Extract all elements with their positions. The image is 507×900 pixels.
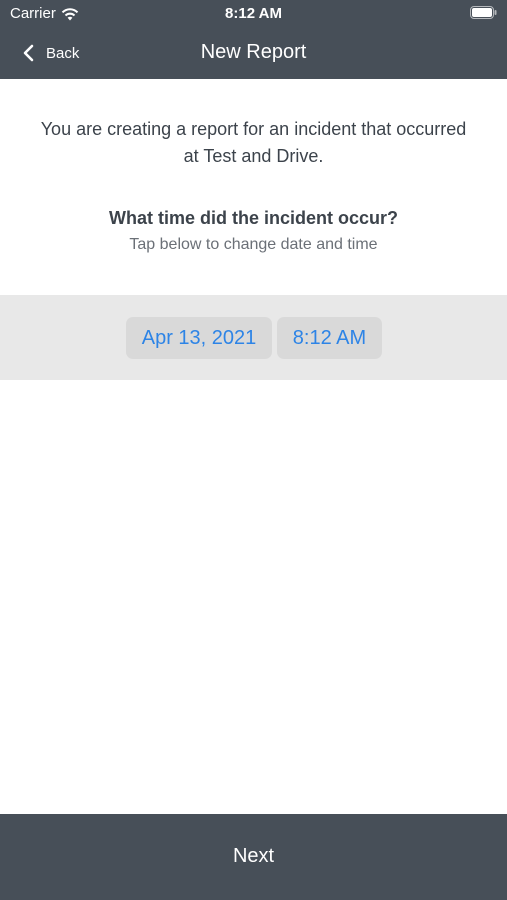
next-label: Next <box>232 844 275 867</box>
next-button[interactable]: Next <box>0 814 507 900</box>
intro-text: You are creating a report for an inciden… <box>40 119 467 166</box>
page-title: New Report <box>200 41 307 63</box>
hint-text: Tap below to change date and time <box>129 236 378 253</box>
battery-icon <box>470 6 497 19</box>
question-heading: What time did the incident occur? <box>108 208 398 228</box>
status-bar: Carrier 8:12 AM <box>0 0 507 28</box>
navigation-bar: Back New Report <box>0 28 507 79</box>
new-report-screen: Carrier 8:12 AM Back New Report You are … <box>0 0 507 900</box>
date-time-picker: Apr 13, 2021 8:12 AM <box>0 295 507 380</box>
date-picker-button[interactable]: Apr 13, 2021 <box>126 317 272 359</box>
status-time: 8:12 AM <box>225 5 282 22</box>
time-picker-button[interactable]: 8:12 AM <box>277 317 382 359</box>
top-bar: Carrier 8:12 AM Back New Report <box>0 0 507 79</box>
